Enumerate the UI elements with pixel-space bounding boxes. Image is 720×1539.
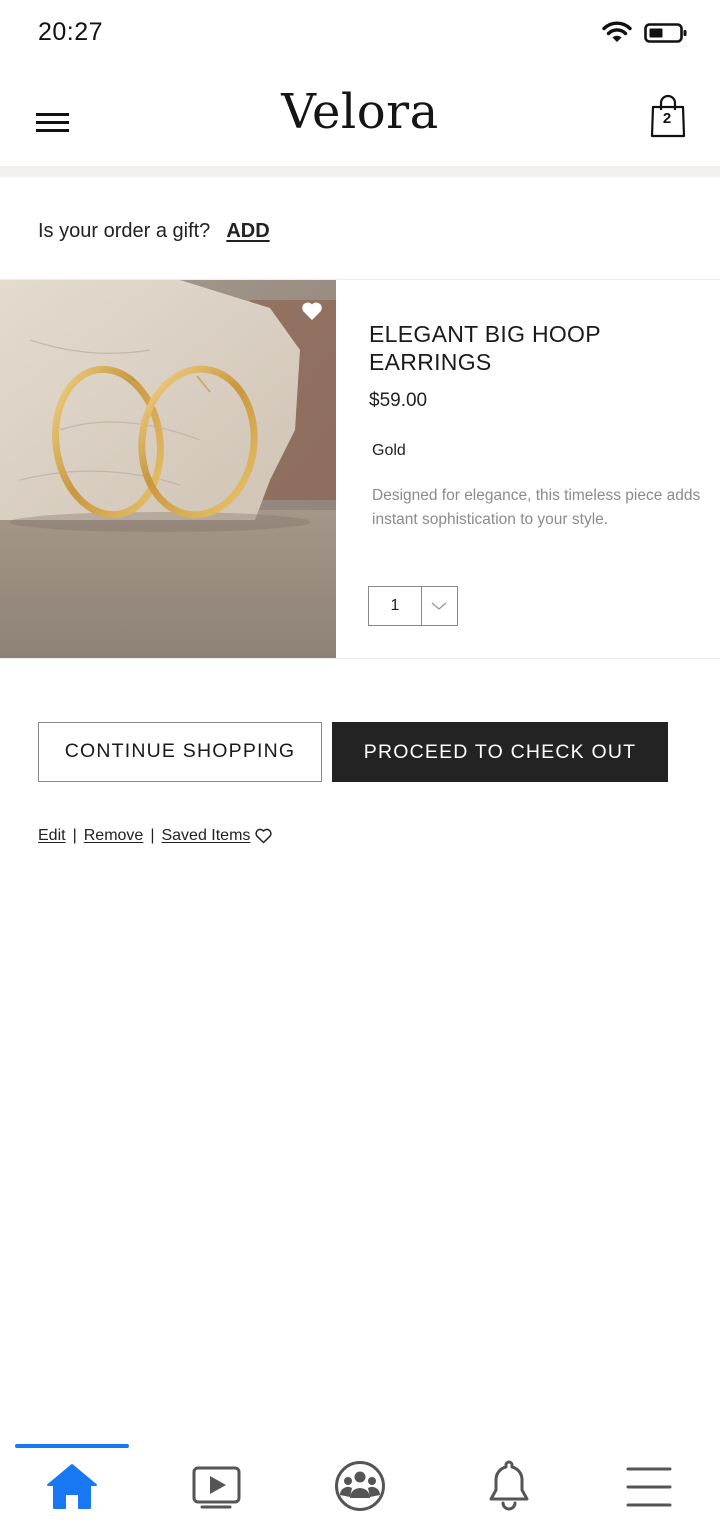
product-title[interactable]: ELEGANT BIG HOOP EARRINGS <box>369 320 689 376</box>
cart-button[interactable]: 2 <box>648 94 688 138</box>
heart-icon[interactable] <box>301 301 323 321</box>
video-icon <box>192 1466 241 1509</box>
gift-add-link[interactable]: ADD <box>226 220 269 243</box>
heart-outline-icon[interactable] <box>255 828 273 844</box>
item-links: Edit | Remove | Saved Items <box>38 824 273 848</box>
cart-count-badge: 2 <box>662 110 672 127</box>
checkout-button[interactable]: PROCEED TO CHECK OUT <box>332 722 668 782</box>
groups-icon <box>335 1461 385 1511</box>
header-divider <box>0 166 720 177</box>
saved-items-link[interactable]: Saved Items <box>161 827 250 845</box>
earrings-photo <box>0 280 336 658</box>
nav-menu[interactable] <box>626 1459 690 1519</box>
quantity-value: 1 <box>390 597 400 614</box>
product-description: Designed for elegance, this timeless pie… <box>372 487 701 528</box>
status-time: 20:27 <box>38 18 104 46</box>
battery-icon <box>644 23 687 43</box>
menu-icon <box>626 1467 672 1507</box>
quantity-select[interactable]: 1 <box>368 586 458 626</box>
continue-shopping-button[interactable]: CONTINUE SHOPPING <box>38 722 322 782</box>
nav-groups[interactable] <box>334 1459 398 1519</box>
link-separator: | <box>72 827 77 844</box>
wifi-icon <box>602 21 632 42</box>
product-variant: Gold <box>372 442 406 459</box>
gift-row: Is your order a gift? ADD <box>38 216 270 246</box>
quantity-separator <box>421 587 422 625</box>
bottom-navigation <box>0 1439 720 1539</box>
chevron-down-icon <box>431 602 447 610</box>
product-price: $59.00 <box>369 390 428 411</box>
nav-home[interactable] <box>44 1459 108 1519</box>
edit-link[interactable]: Edit <box>38 827 66 845</box>
divider <box>0 658 720 659</box>
product-image[interactable] <box>0 280 336 658</box>
brand-logo[interactable]: Velora <box>0 84 720 140</box>
home-icon <box>47 1464 97 1509</box>
bell-icon <box>489 1460 529 1511</box>
nav-video[interactable] <box>190 1459 254 1519</box>
gift-prompt: Is your order a gift? <box>38 219 211 242</box>
nav-notifications[interactable] <box>484 1459 548 1519</box>
link-separator: | <box>150 827 155 844</box>
nav-active-indicator <box>15 1444 129 1448</box>
remove-link[interactable]: Remove <box>84 827 144 845</box>
status-bar: 20:27 <box>0 0 720 66</box>
app-header: Velora 2 <box>0 66 720 166</box>
